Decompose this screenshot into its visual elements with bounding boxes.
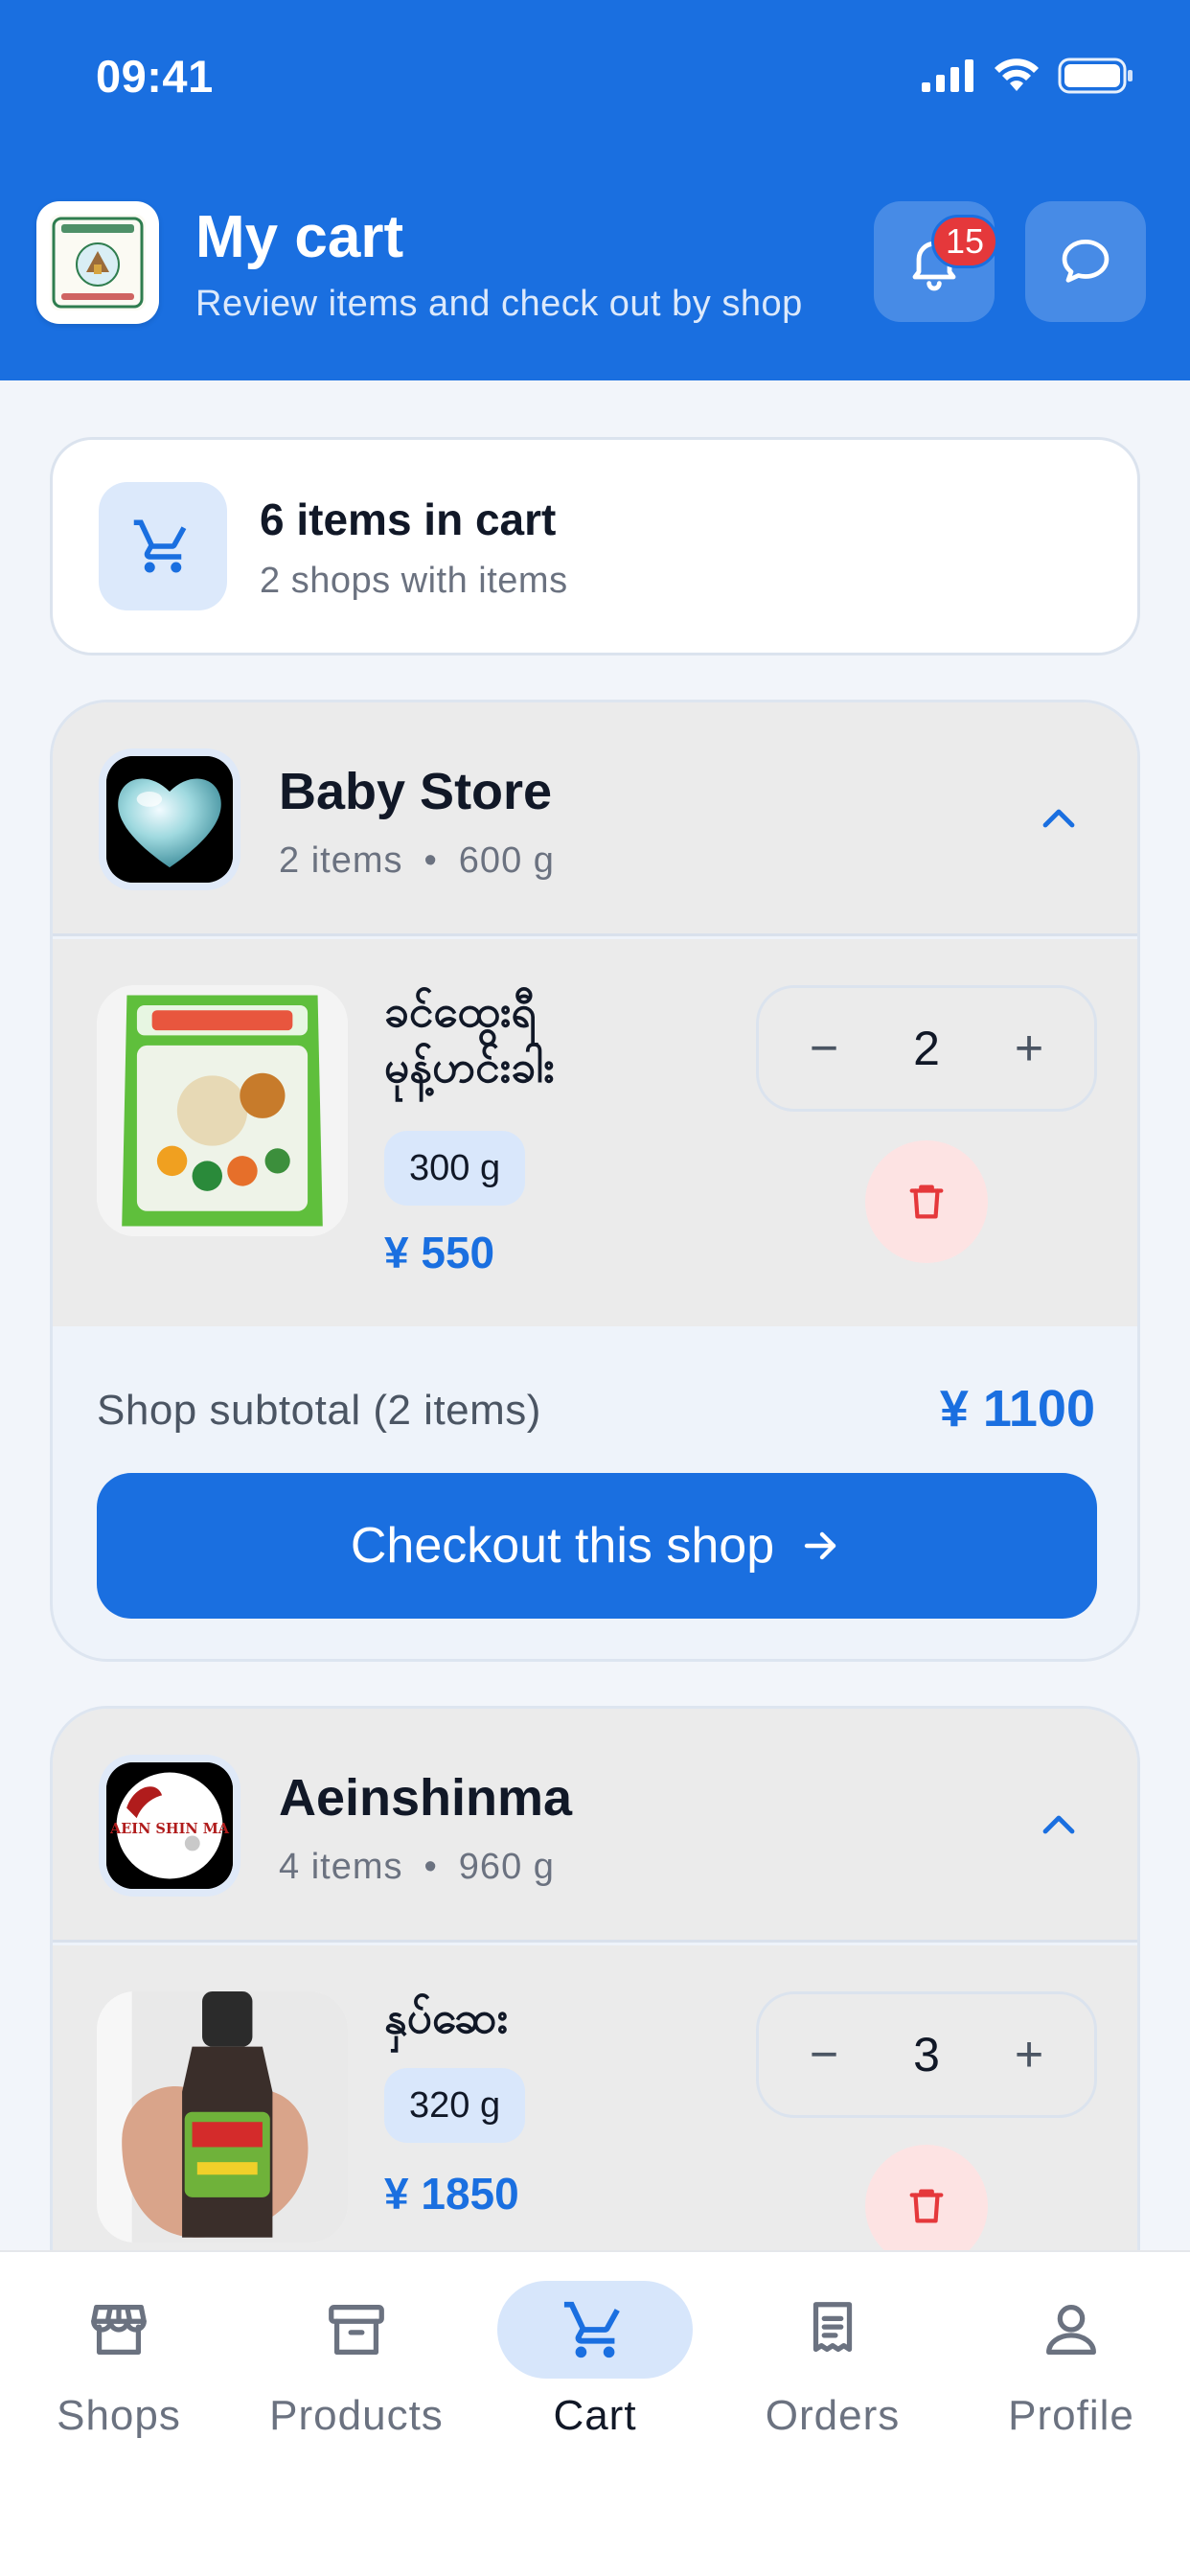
increase-quantity-button[interactable]: + <box>1010 2026 1048 2083</box>
heart-logo-image <box>106 756 233 883</box>
tab-profile[interactable]: Profile <box>952 2281 1190 2472</box>
decrease-quantity-button[interactable]: − <box>805 2026 843 2083</box>
receipt-icon <box>812 2302 853 2353</box>
remove-item-button[interactable] <box>865 2145 988 2267</box>
shop-subtotal-value: ¥ 1100 <box>939 1380 1095 1438</box>
shop-subtotal-label: Shop subtotal (2 items) <box>97 1387 541 1434</box>
product-image <box>97 1991 348 2242</box>
cart-icon <box>563 2301 620 2358</box>
battery-icon <box>1058 58 1133 94</box>
noodle-package-image <box>97 985 348 1236</box>
remove-item-button[interactable] <box>865 1140 988 1263</box>
signal-icon <box>922 59 973 92</box>
status-time: 09:41 <box>96 51 214 102</box>
cart-item-row: ခင်ထွေးရီမုန့်ဟင်းခါး 300 g ¥ 550 − 2 + <box>53 939 1137 1326</box>
chevron-up-icon[interactable] <box>1036 796 1082 842</box>
trash-icon <box>909 2189 944 2223</box>
tab-orders[interactable]: Orders <box>714 2281 951 2472</box>
shop-meta: 4 items • 960 g <box>279 1847 555 1888</box>
shop-weight: 600 g <box>458 840 555 881</box>
user-icon <box>1046 2305 1096 2355</box>
chat-bubble-icon <box>1062 240 1110 283</box>
tab-label: Orders <box>765 2392 901 2439</box>
chevron-up-icon[interactable] <box>1036 1803 1082 1849</box>
summary-cart-icon-wrap <box>99 482 227 610</box>
meta-separator: • <box>423 840 438 881</box>
decrease-quantity-button[interactable]: − <box>805 1020 843 1077</box>
checkout-shop-button[interactable]: Checkout this shop <box>97 1473 1097 1619</box>
tab-label: Profile <box>1008 2392 1134 2439</box>
shop-name: Baby Store <box>279 763 553 820</box>
shop-item-count: 2 items <box>279 840 403 881</box>
shop-item-count: 4 items <box>279 1847 403 1887</box>
cart-item-count: 6 items in cart <box>260 494 557 544</box>
product-price: ¥ 550 <box>384 1228 495 1277</box>
tab-icon-wrap <box>21 2281 217 2379</box>
sauce-bottle-image <box>97 1991 348 2242</box>
arrow-right-icon <box>804 1531 836 1560</box>
shop-header[interactable]: Baby Store 2 items • 600 g <box>53 702 1137 936</box>
tab-label: Products <box>269 2392 444 2439</box>
product-weight-chip: 320 g <box>384 2068 526 2143</box>
product-weight-chip: 300 g <box>384 1131 526 1206</box>
app-logo-image <box>50 215 146 310</box>
app-header: 09:41 My cart Review items and check out… <box>0 0 1190 380</box>
tab-products[interactable]: Products <box>238 2281 475 2472</box>
product-name: နှပ်ဆေး <box>384 1992 509 2042</box>
messages-button[interactable] <box>1025 201 1146 322</box>
tab-cart[interactable]: Cart <box>476 2281 714 2472</box>
shop-card: Baby Store 2 items • 600 g ခင်ထွေးရီမုန့… <box>50 700 1140 1662</box>
shop-header[interactable]: AEIN SHIN MA Aeinshinma 4 items • 960 g <box>53 1709 1137 1943</box>
product-image <box>97 985 348 1236</box>
page-title: My cart <box>195 204 404 270</box>
tab-icon-wrap <box>735 2281 930 2379</box>
cart-summary-card: 6 items in cart 2 shops with items <box>50 437 1140 656</box>
archive-box-icon <box>329 2305 384 2355</box>
quantity-value: 2 <box>913 1022 940 1075</box>
tab-icon-wrap <box>497 2281 693 2379</box>
product-price: ¥ 1850 <box>384 2169 519 2219</box>
tab-icon-wrap <box>259 2281 454 2379</box>
quantity-value: 3 <box>913 2028 940 2082</box>
tab-label: Shops <box>57 2392 181 2439</box>
store-icon <box>91 2305 147 2355</box>
shop-avatar <box>99 748 240 890</box>
trash-icon <box>909 1184 944 1219</box>
page-subtitle: Review items and check out by shop <box>195 284 803 324</box>
checkout-button-label: Checkout this shop <box>350 1518 775 1574</box>
shop-meta: 2 items • 600 g <box>279 840 555 882</box>
shop-weight: 960 g <box>458 1847 555 1887</box>
shop-avatar: AEIN SHIN MA <box>99 1755 240 1897</box>
status-bar: 09:41 <box>0 0 1190 153</box>
product-name: ခင်ထွေးရီမုန့်ဟင်းခါး <box>384 986 555 1092</box>
status-icons <box>922 58 1134 94</box>
notification-badge: 15 <box>931 215 999 268</box>
shop-name: Aeinshinma <box>279 1769 573 1827</box>
bottom-tab-bar: Shops Products Cart Orders Profile <box>0 2250 1190 2576</box>
cart-shop-count: 2 shops with items <box>260 561 568 601</box>
increase-quantity-button[interactable]: + <box>1010 1020 1048 1077</box>
app-logo[interactable] <box>36 201 159 324</box>
shop-logo-image: AEIN SHIN MA <box>106 1762 233 1889</box>
logo-text: AEIN SHIN MA <box>109 1821 230 1837</box>
quantity-stepper: − 3 + <box>756 1991 1097 2118</box>
meta-separator: • <box>423 1847 438 1887</box>
wifi-icon <box>995 58 1039 91</box>
quantity-stepper: − 2 + <box>756 985 1097 1112</box>
tab-shops[interactable]: Shops <box>0 2281 238 2472</box>
tab-icon-wrap <box>973 2281 1169 2379</box>
cart-icon <box>133 519 187 573</box>
tab-label: Cart <box>553 2392 637 2439</box>
